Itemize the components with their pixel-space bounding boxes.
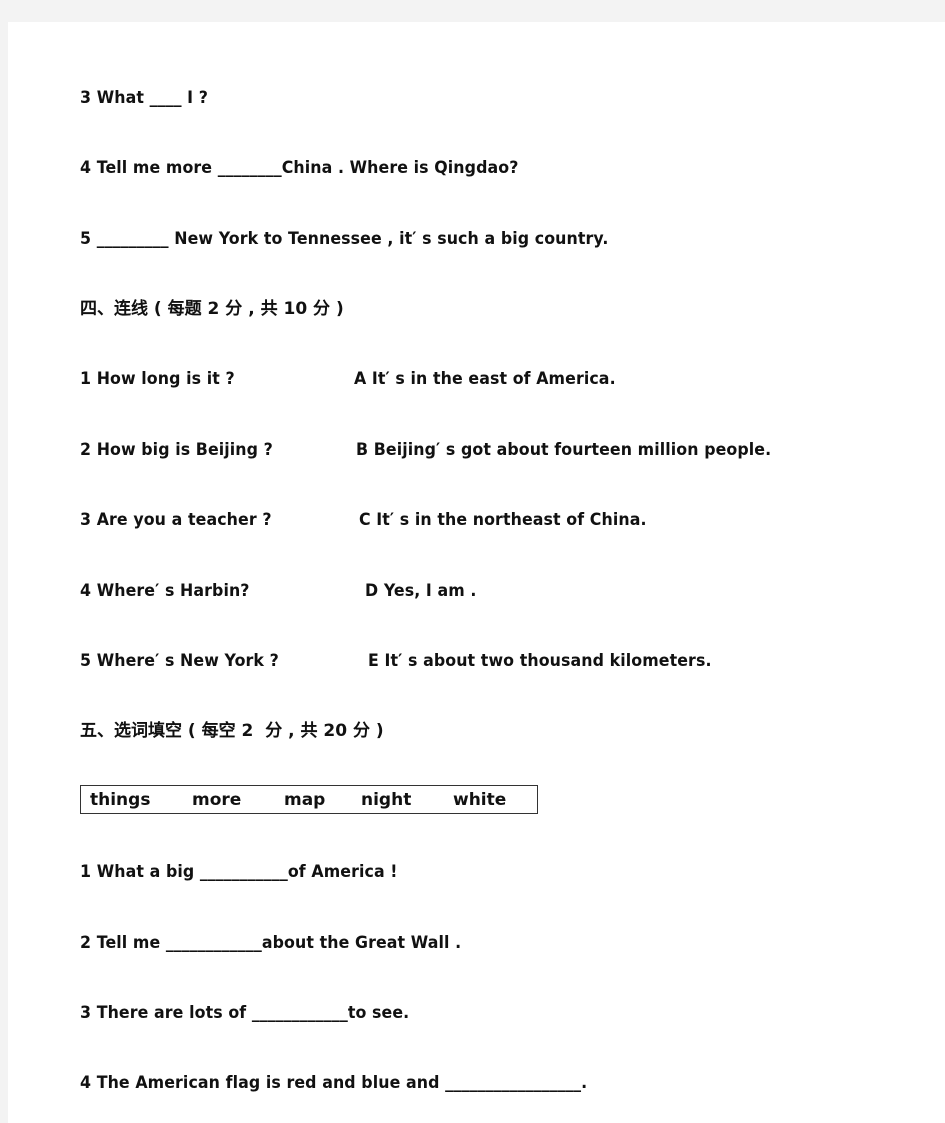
matching-question-2: 2 How big is Beijing ? [80, 440, 273, 460]
matching-question-4: 4 Where′ s Harbin? [80, 581, 250, 601]
fill-in-item-4: 4 Tell me more ________China . Where is … [80, 158, 519, 178]
fill-in-item-3: 3 What ____ I ? [80, 88, 209, 108]
section-4-heading: 四、连线 ( 每题 2 分 , 共 10 分 ) [80, 299, 344, 319]
word-fill-item-4: 4 The American flag is red and blue and … [80, 1073, 588, 1093]
matching-question-1: 1 How long is it ? [80, 369, 235, 389]
matching-question-5: 5 Where′ s New York ? [80, 651, 279, 671]
word-bank-item: more [192, 790, 242, 810]
fill-in-item-5: 5 _________ New York to Tennessee , it′ … [80, 229, 609, 249]
word-bank-box: things more map night white [80, 785, 538, 814]
word-fill-item-3: 3 There are lots of ____________to see. [80, 1003, 410, 1023]
word-bank-item: white [453, 790, 507, 810]
word-fill-item-1: 1 What a big ___________of America ! [80, 862, 398, 882]
word-bank-item: map [284, 790, 326, 810]
matching-answer-d: D Yes, I am . [365, 581, 477, 601]
document-page [8, 22, 945, 1123]
matching-answer-a: A It′ s in the east of America. [354, 369, 616, 389]
word-bank-item: night [361, 790, 412, 810]
section-5-heading: 五、选词填空 ( 每空 2 分 , 共 20 分 ) [80, 721, 384, 741]
matching-answer-b: B Beijing′ s got about fourteen million … [356, 440, 772, 460]
matching-question-3: 3 Are you a teacher ? [80, 510, 272, 530]
matching-answer-e: E It′ s about two thousand kilometers. [368, 651, 712, 671]
matching-answer-c: C It′ s in the northeast of China. [359, 510, 647, 530]
word-fill-item-2: 2 Tell me ____________about the Great Wa… [80, 933, 462, 953]
word-bank-item: things [90, 790, 151, 810]
